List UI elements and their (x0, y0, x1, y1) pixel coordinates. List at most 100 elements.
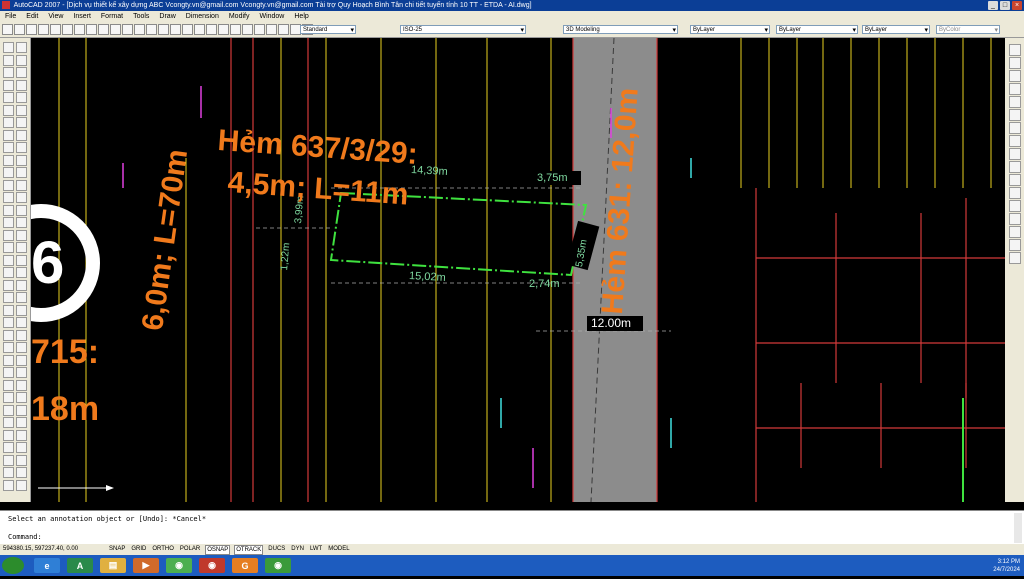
toolbar-tool-icon[interactable] (266, 24, 277, 35)
autocad-app-icon[interactable] (2, 1, 10, 9)
toolbar-tool-icon[interactable] (122, 24, 133, 35)
minimize-button[interactable]: _ (988, 1, 998, 10)
taskbar-app-media[interactable]: ▶ (133, 558, 159, 573)
taskbar-app-ie[interactable]: e (34, 558, 60, 573)
toolbar-tool-icon[interactable] (194, 24, 205, 35)
command-line[interactable]: Select an annotation object or [Undo]: *… (0, 510, 1024, 545)
mode-toggle-ducs[interactable]: DUCS (267, 544, 286, 555)
menu-window[interactable]: Window (254, 11, 289, 22)
menu-help[interactable]: Help (289, 11, 313, 22)
toolbar-tool-icon[interactable] (230, 24, 241, 35)
toolbar-tool-icon[interactable] (14, 24, 25, 35)
draw-tool-icon[interactable] (16, 67, 27, 78)
drawing-canvas[interactable]: 14,39m 3,75m 15,02m 2,74m 3,99m 1,22m 5,… (31, 38, 1005, 502)
draw-tool-icon[interactable] (16, 229, 27, 241)
taskbar-app-chrome[interactable]: ◉ (166, 558, 192, 573)
menu-modify[interactable]: Modify (224, 11, 255, 22)
view-tool-icon[interactable] (1009, 239, 1021, 251)
command-scrollbar[interactable] (1014, 513, 1022, 543)
draw-tool-icon[interactable] (3, 204, 14, 216)
toolbar-tool-icon[interactable] (218, 24, 229, 35)
draw-tool-icon[interactable] (3, 404, 14, 416)
draw-tool-icon[interactable] (16, 154, 27, 166)
lineweight-combo[interactable]: ByLayer (862, 25, 930, 35)
menu-dimension[interactable]: Dimension (181, 11, 224, 22)
toolbar-tool-icon[interactable] (242, 24, 253, 35)
start-button[interactable] (2, 557, 24, 574)
clock-time[interactable]: 3:12 PM (993, 558, 1020, 566)
draw-tool-icon[interactable] (16, 404, 27, 416)
draw-tool-icon[interactable] (16, 129, 27, 141)
view-tool-icon[interactable] (1009, 135, 1021, 147)
toolbar-tool-icon[interactable] (278, 24, 289, 35)
toolbar-tool-icon[interactable] (158, 24, 169, 35)
draw-tool-icon[interactable] (3, 229, 14, 241)
draw-tool-icon[interactable] (16, 279, 27, 291)
draw-tool-icon[interactable] (3, 154, 14, 166)
mode-toggle-polar[interactable]: POLAR (179, 544, 201, 555)
menu-edit[interactable]: Edit (21, 11, 43, 22)
draw-tool-icon[interactable] (16, 204, 27, 216)
mode-toggle-osnap[interactable]: OSNAP (205, 545, 231, 555)
draw-tool-icon[interactable] (3, 292, 14, 303)
draw-tool-icon[interactable] (3, 42, 14, 53)
toolbar-tool-icon[interactable] (62, 24, 73, 35)
draw-tool-icon[interactable] (3, 129, 14, 141)
draw-tool-icon[interactable] (3, 167, 14, 178)
mode-toggle-model[interactable]: MODEL (327, 544, 350, 555)
draw-tool-icon[interactable] (16, 92, 27, 103)
menu-format[interactable]: Format (96, 11, 128, 22)
draw-tool-icon[interactable] (3, 467, 14, 478)
menu-tools[interactable]: Tools (128, 11, 154, 22)
draw-tool-icon[interactable] (16, 417, 27, 428)
draw-tool-icon[interactable] (3, 92, 14, 103)
command-prompt[interactable]: Command: (8, 533, 42, 541)
view-tool-icon[interactable] (1009, 200, 1021, 212)
draw-tool-icon[interactable] (16, 167, 27, 178)
draw-tool-icon[interactable] (16, 317, 27, 328)
draw-tool-icon[interactable] (3, 329, 14, 341)
draw-tool-icon[interactable] (3, 67, 14, 78)
layer-combo[interactable]: ByLayer (690, 25, 770, 35)
draw-tool-icon[interactable] (16, 479, 27, 491)
view-tool-icon[interactable] (1009, 226, 1021, 238)
mode-toggle-otrack[interactable]: OTRACK (234, 545, 264, 555)
draw-tool-icon[interactable] (3, 429, 14, 441)
toolbar-tool-icon[interactable] (38, 24, 49, 35)
view-tool-icon[interactable] (1009, 122, 1021, 134)
dim-style-combo[interactable]: ISO-25 (400, 25, 526, 35)
draw-tool-icon[interactable] (3, 242, 14, 253)
view-tool-icon[interactable] (1009, 83, 1021, 95)
toolbar-tool-icon[interactable] (86, 24, 97, 35)
mode-toggle-lwt[interactable]: LWT (309, 544, 323, 555)
toolbar-tool-icon[interactable] (146, 24, 157, 35)
taskbar-app-app-orange[interactable]: G (232, 558, 258, 573)
view-tool-icon[interactable] (1009, 57, 1021, 69)
draw-tool-icon[interactable] (3, 392, 14, 403)
view-tool-icon[interactable] (1009, 187, 1021, 199)
draw-tool-icon[interactable] (16, 454, 27, 466)
draw-tool-icon[interactable] (16, 242, 27, 253)
draw-tool-icon[interactable] (3, 104, 14, 116)
draw-tool-icon[interactable] (3, 442, 14, 453)
draw-tool-icon[interactable] (3, 454, 14, 466)
toolbar-tool-icon[interactable] (254, 24, 265, 35)
taskbar-app-coccoc[interactable]: ◉ (199, 558, 225, 573)
view-tool-icon[interactable] (1009, 161, 1021, 173)
draw-tool-icon[interactable] (3, 342, 14, 353)
draw-tool-icon[interactable] (16, 467, 27, 478)
draw-tool-icon[interactable] (16, 367, 27, 378)
draw-tool-icon[interactable] (16, 429, 27, 441)
draw-tool-icon[interactable] (3, 117, 14, 128)
draw-tool-icon[interactable] (16, 179, 27, 191)
toolbar-tool-icon[interactable] (206, 24, 217, 35)
draw-tool-icon[interactable] (3, 179, 14, 191)
view-tool-icon[interactable] (1009, 148, 1021, 160)
clock-date[interactable]: 24/7/2024 (993, 566, 1020, 574)
draw-tool-icon[interactable] (16, 217, 27, 228)
toolbar-tool-icon[interactable] (50, 24, 61, 35)
draw-tool-icon[interactable] (16, 304, 27, 316)
draw-tool-icon[interactable] (3, 317, 14, 328)
view-tool-icon[interactable] (1009, 70, 1021, 82)
view-tool-icon[interactable] (1009, 174, 1021, 186)
